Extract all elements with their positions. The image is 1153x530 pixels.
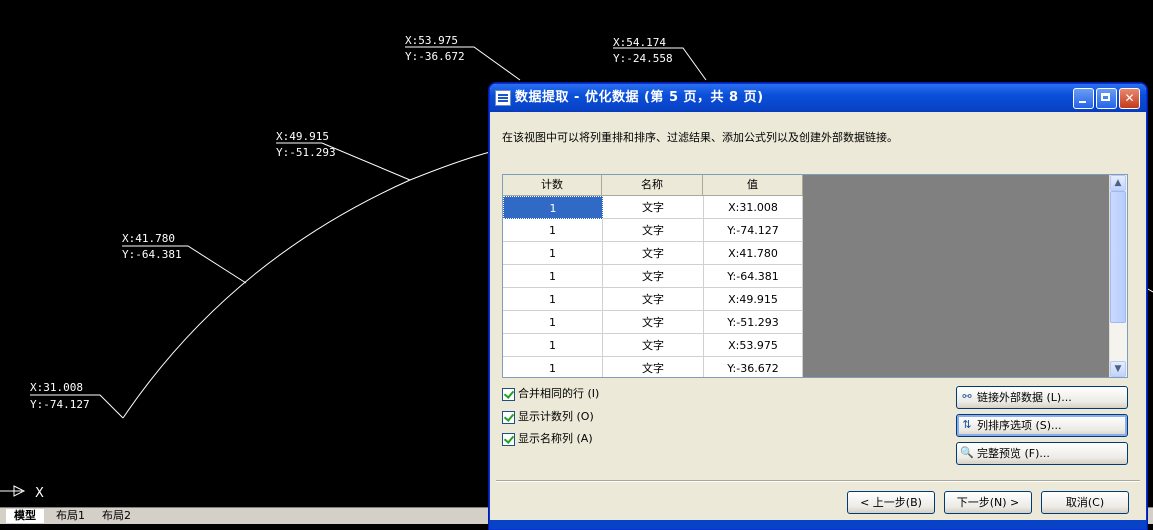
point-label-y: Y:-51.293 [276,146,336,159]
grid-header: 计数 名称 值 [503,175,803,196]
point-label-x: X:53.975 [405,34,458,47]
maximize-icon[interactable] [1096,88,1117,109]
cell-value[interactable]: X:53.975 [704,334,803,357]
cell-value[interactable]: X:41.780 [704,242,803,265]
table-row[interactable]: 1 文字 X:31.008 [503,196,803,219]
table-row[interactable]: 1 文字 X:53.975 [503,334,803,357]
curve-fragment [1145,287,1153,293]
cell-name[interactable]: 文字 [603,357,704,377]
data-grid[interactable]: 计数 名称 值 1 文字 X:31.008 1 文字 Y:-74.127 1 文… [502,174,1128,378]
link-external-data-button[interactable]: ⚯ 链接外部数据 (L)... [956,386,1128,409]
column-header-count[interactable]: 计数 [503,175,602,195]
full-preview-label: 完整预览 (F)... [977,447,1050,460]
tab-layout1[interactable]: 布局1 [48,509,93,523]
column-sort-options-label: 列排序选项 (S)... [977,419,1062,432]
cell-count[interactable]: 1 [503,196,603,219]
combine-rows-checkbox[interactable]: 合并相同的行 (I) [502,386,599,402]
cell-count[interactable]: 1 [503,242,603,265]
cell-count[interactable]: 1 [503,288,603,311]
table-row[interactable]: 1 文字 Y:-36.672 [503,357,803,377]
dialog-bottom-border [490,520,1146,529]
vertical-scrollbar[interactable]: ▲ ▼ [1109,175,1127,377]
link-external-data-label: 链接外部数据 (L)... [977,391,1072,404]
table-row[interactable]: 1 文字 X:41.780 [503,242,803,265]
table-row[interactable]: 1 文字 Y:-64.381 [503,265,803,288]
point-label-y: Y:-36.672 [405,50,465,63]
tab-layout2[interactable]: 布局2 [94,509,139,523]
scroll-thumb[interactable] [1110,191,1126,323]
point-label-y: Y:-74.127 [30,398,90,411]
table-icon [495,90,511,106]
cell-name[interactable]: 文字 [603,311,704,334]
cell-count[interactable]: 1 [503,265,603,288]
next-button[interactable]: 下一步(N) > [944,491,1032,514]
full-preview-button[interactable]: 🔍 完整预览 (F)... [956,442,1128,465]
sort-icon: ⇅ [962,418,972,431]
minimize-icon[interactable] [1073,88,1094,109]
cell-value[interactable]: X:31.008 [704,196,803,219]
point-label-x: X:54.174 [613,36,666,49]
cell-count[interactable]: 1 [503,357,603,377]
column-sort-options-button[interactable]: ⇅ 列排序选项 (S)... [956,414,1128,437]
point-label-y: Y:-24.558 [613,52,673,65]
instruction-text: 在该视图中可以将列重排和排序、过滤结果、添加公式列以及创建外部数据链接。 [502,131,898,144]
point-label-y: Y:-64.381 [122,248,182,261]
column-header-value[interactable]: 值 [703,175,803,195]
cell-count[interactable]: 1 [503,334,603,357]
cell-value[interactable]: Y:-64.381 [704,265,803,288]
show-name-column-label: 显示名称列 (A) [518,432,593,445]
column-header-name[interactable]: 名称 [602,175,703,195]
point-label-x: X:49.915 [276,130,329,143]
cell-name[interactable]: 文字 [603,196,704,219]
cancel-button[interactable]: 取消(C) [1041,491,1129,514]
cell-value[interactable]: Y:-74.127 [704,219,803,242]
cell-name[interactable]: 文字 [603,334,704,357]
back-button[interactable]: < 上一步(B) [847,491,935,514]
point-label-x: X:31.008 [30,381,83,394]
show-name-column-checkbox[interactable]: 显示名称列 (A) [502,431,593,447]
cell-value[interactable]: Y:-51.293 [704,311,803,334]
cell-name[interactable]: 文字 [603,219,704,242]
point-label-x: X:41.780 [122,232,175,245]
preview-icon: 🔍 [960,446,974,459]
grid-body: 1 文字 X:31.008 1 文字 Y:-74.127 1 文字 X:41.7… [503,196,803,377]
combine-rows-label: 合并相同的行 (I) [518,387,600,400]
show-count-column-checkbox[interactable]: 显示计数列 (O) [502,409,594,425]
checkbox-checked-icon[interactable] [502,387,515,401]
scroll-down-icon[interactable]: ▼ [1110,361,1126,377]
cell-name[interactable]: 文字 [603,288,704,311]
button-separator [496,480,1140,482]
dialog-titlebar[interactable]: 数据提取 - 优化数据 (第 5 页，共 8 页) ✕ [490,84,1146,112]
ucs-x-label: X [35,486,44,501]
arc-curve [122,151,491,419]
scroll-up-icon[interactable]: ▲ [1110,175,1126,191]
checkbox-checked-icon[interactable] [502,410,515,424]
cell-name[interactable]: 文字 [603,265,704,288]
table-row[interactable]: 1 文字 Y:-51.293 [503,311,803,334]
ucs-icon: X [0,485,44,501]
cell-name[interactable]: 文字 [603,242,704,265]
tab-model[interactable]: 模型 [6,509,44,523]
link-icon: ⚯ [962,390,972,403]
dialog-title: 数据提取 - 优化数据 (第 5 页，共 8 页) [515,90,764,105]
table-row[interactable]: 1 文字 Y:-74.127 [503,219,803,242]
cell-count[interactable]: 1 [503,219,603,242]
cell-value[interactable]: X:49.915 [704,288,803,311]
data-extraction-dialog: 数据提取 - 优化数据 (第 5 页，共 8 页) ✕ 在该视图中可以将列重排和… [489,83,1147,530]
checkbox-checked-icon[interactable] [502,432,515,446]
cell-count[interactable]: 1 [503,311,603,334]
table-row[interactable]: 1 文字 X:49.915 [503,288,803,311]
show-count-column-label: 显示计数列 (O) [518,410,594,423]
close-icon[interactable]: ✕ [1119,88,1140,109]
cell-value[interactable]: Y:-36.672 [704,357,803,377]
